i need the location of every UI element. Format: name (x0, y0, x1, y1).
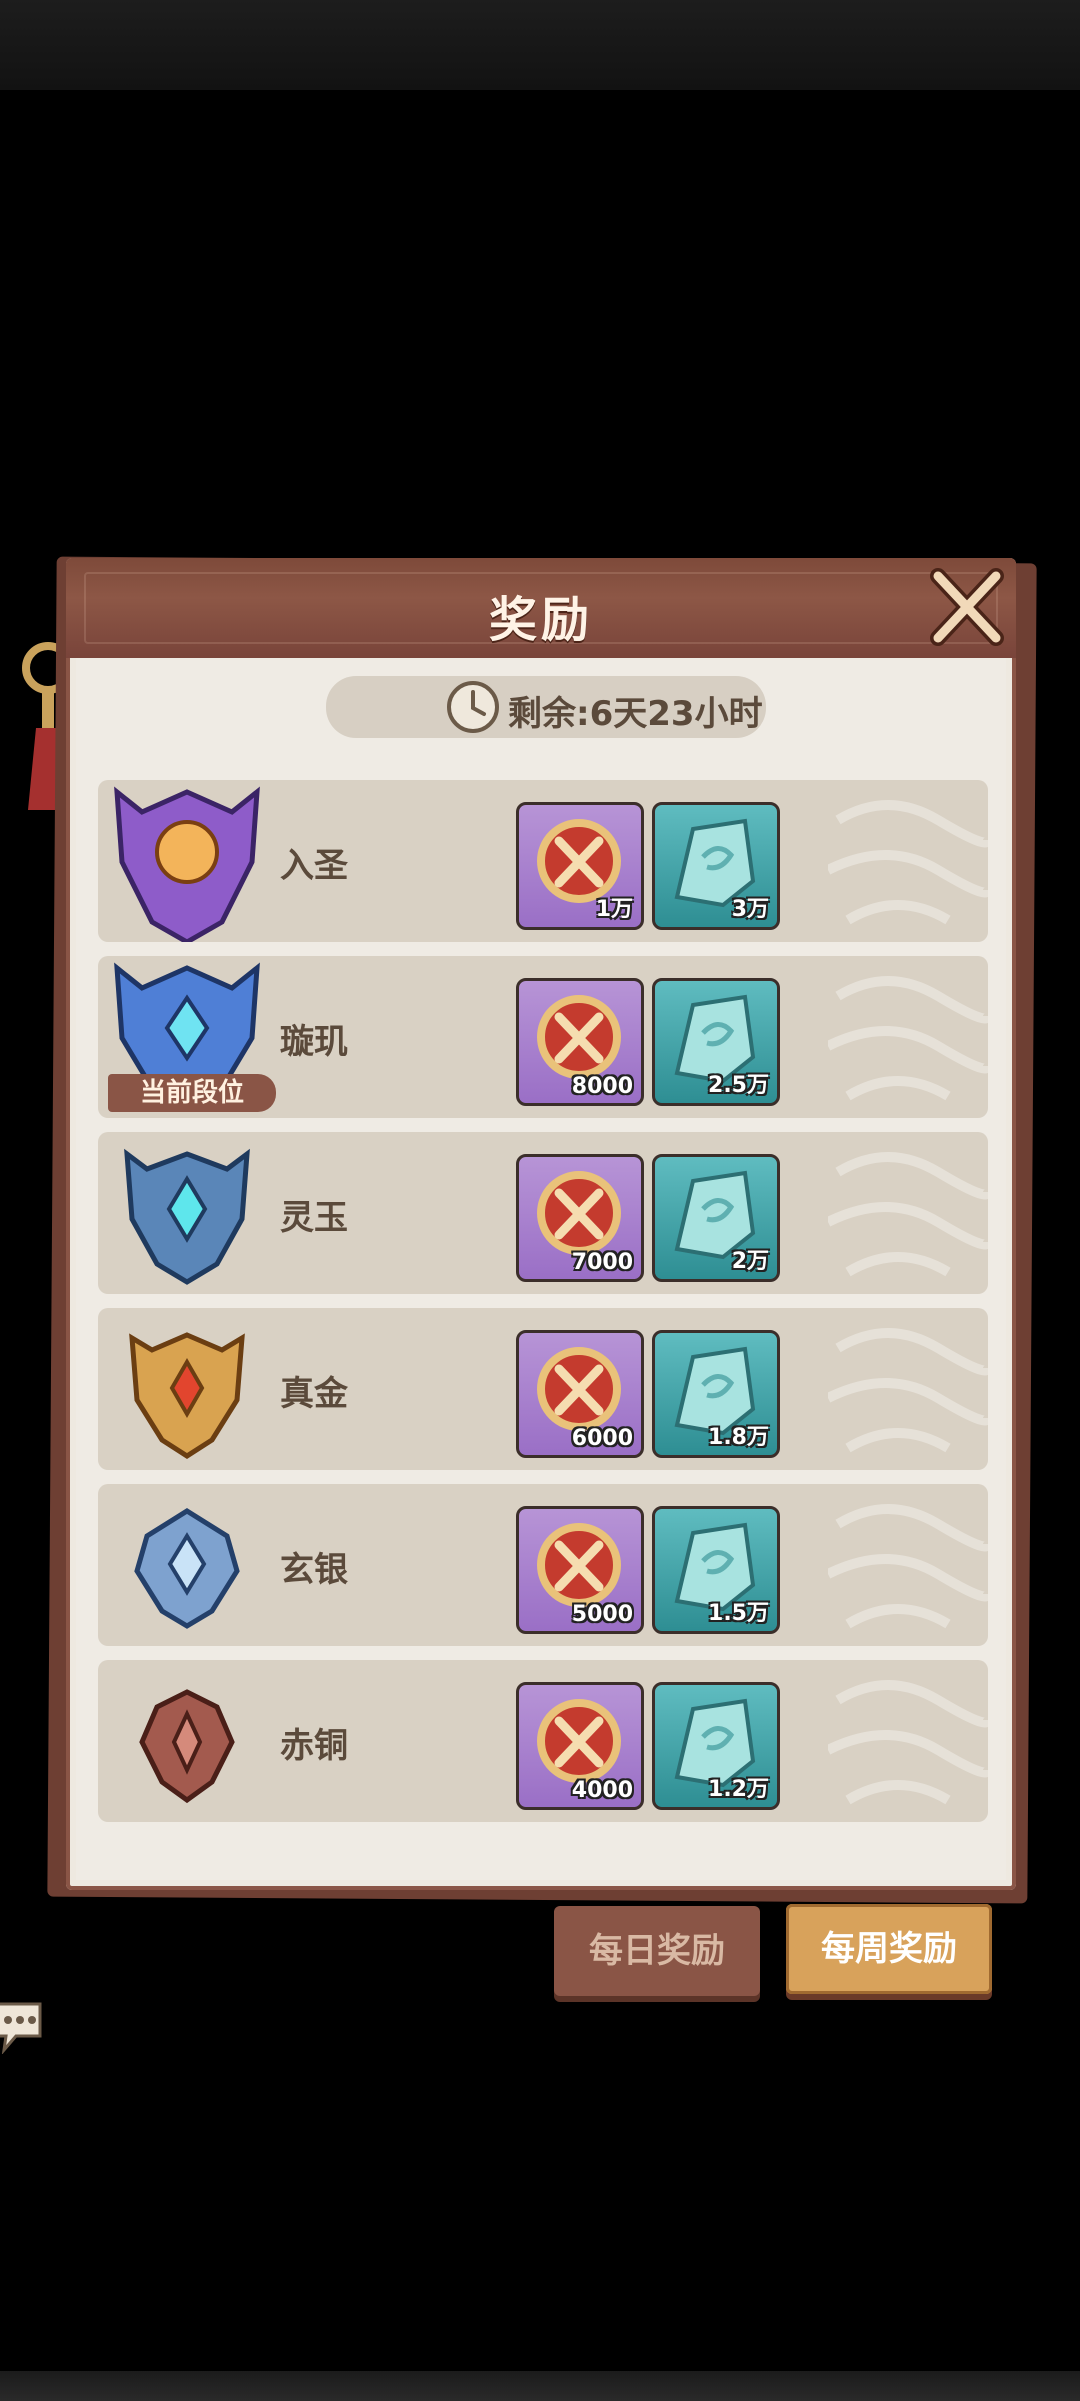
reward-quantity: 1.2万 (708, 1777, 769, 1802)
weekly-reward-tab[interactable]: 每周奖励 (786, 1904, 992, 1994)
rank-name: 入圣 (280, 846, 348, 886)
reward-item-jade[interactable]: 2.5万 (652, 978, 780, 1106)
reward-quantity: 6000 (571, 1426, 633, 1451)
reward-quantity: 3万 (731, 897, 769, 922)
cloud-pattern-icon (828, 800, 988, 925)
rank-row: 入圣 1万 3万 (98, 780, 988, 942)
jade-medal-icon (124, 1148, 250, 1285)
current-rank-tag: 当前段位 (108, 1074, 276, 1112)
bronze-medal-icon (139, 1689, 235, 1804)
clock-icon (447, 681, 499, 733)
rank-name: 赤铜 (280, 1726, 348, 1766)
reward-item-token[interactable]: 4000 (516, 1682, 644, 1810)
reward-quantity: 1万 (595, 897, 633, 922)
reward-item-jade[interactable]: 1.5万 (652, 1506, 780, 1634)
reward-quantity: 5000 (571, 1602, 633, 1627)
reward-quantity: 1.5万 (708, 1601, 769, 1626)
rank-row: 赤铜 4000 1.2万 (98, 1660, 988, 1822)
reward-item-jade[interactable]: 1.8万 (652, 1330, 780, 1458)
bottom-nav-bar (0, 2371, 1080, 2401)
top-status-bar (0, 0, 1080, 90)
timer-banner: 剩余:6天23小时 (326, 676, 766, 738)
cloud-pattern-icon (828, 1152, 988, 1277)
chat-icon[interactable] (0, 1998, 44, 2054)
reward-quantity: 4000 (571, 1778, 633, 1803)
rank-name: 玄银 (280, 1550, 348, 1590)
reward-item-jade[interactable]: 1.2万 (652, 1682, 780, 1810)
cloud-pattern-icon (828, 1504, 988, 1629)
reward-quantity: 2万 (731, 1249, 769, 1274)
daily-reward-tab[interactable]: 每日奖励 (554, 1906, 760, 1996)
reward-item-token[interactable]: 6000 (516, 1330, 644, 1458)
reward-item-jade[interactable]: 3万 (652, 802, 780, 930)
rank-row: 灵玉 7000 2万 (98, 1132, 988, 1294)
reward-quantity: 7000 (571, 1250, 633, 1275)
purple-crown-medal-icon (114, 786, 260, 942)
close-icon[interactable] (924, 564, 1010, 650)
rank-row: 真金 6000 1.8万 (98, 1308, 988, 1470)
reward-item-token[interactable]: 5000 (516, 1506, 644, 1634)
rank-row: 当前段位 璇玑 8000 2.5万 (98, 956, 988, 1118)
cloud-pattern-icon (828, 1680, 988, 1805)
rank-name: 璇玑 (280, 1022, 348, 1062)
remaining-time: 剩余:6天23小时 (508, 694, 763, 734)
reward-item-token[interactable]: 8000 (516, 978, 644, 1106)
reward-quantity: 2.5万 (708, 1073, 769, 1098)
panel-header: 奖励 (66, 558, 1016, 658)
reward-item-token[interactable]: 7000 (516, 1154, 644, 1282)
rank-name: 真金 (280, 1374, 348, 1414)
gold-medal-icon (129, 1332, 245, 1459)
cloud-pattern-icon (828, 1328, 988, 1453)
rank-name: 灵玉 (280, 1198, 348, 1238)
panel-title: 奖励 (488, 592, 593, 648)
reward-quantity: 1.8万 (708, 1425, 769, 1450)
reward-item-jade[interactable]: 2万 (652, 1154, 780, 1282)
silver-medal-icon (134, 1508, 240, 1629)
cloud-pattern-icon (828, 976, 988, 1101)
reward-item-token[interactable]: 1万 (516, 802, 644, 930)
rank-row: 玄银 5000 1.5万 (98, 1484, 988, 1646)
reward-quantity: 8000 (571, 1074, 633, 1099)
